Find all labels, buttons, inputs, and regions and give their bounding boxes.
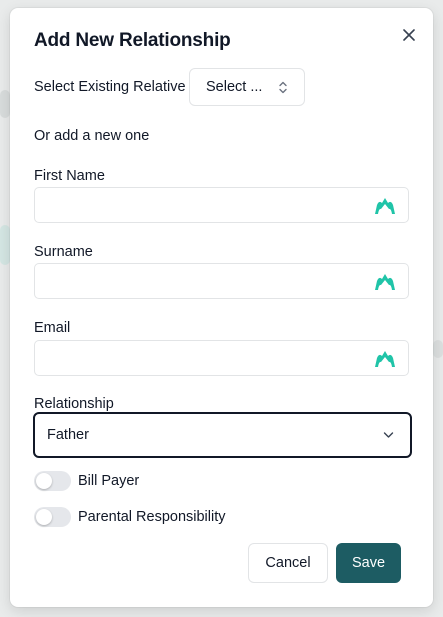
save-button[interactable]: Save: [336, 543, 401, 583]
surname-label: Surname: [34, 244, 93, 260]
teal-crown-icon: [375, 198, 395, 214]
add-relationship-dialog: Add New Relationship Select Existing Rel…: [10, 8, 433, 607]
close-icon: [403, 29, 415, 41]
toggle-knob: [36, 473, 52, 489]
email-label: Email: [34, 320, 71, 336]
bill-payer-toggle[interactable]: [34, 471, 71, 491]
parental-responsibility-toggle[interactable]: [34, 507, 71, 527]
existing-relative-select[interactable]: Select ...: [189, 68, 305, 106]
existing-relative-value: Select ...: [206, 79, 263, 95]
relationship-value: Father: [47, 427, 89, 443]
bill-payer-label: Bill Payer: [78, 473, 140, 489]
chevron-down-icon: [383, 432, 394, 438]
teal-crown-icon: [375, 274, 395, 290]
background-panel: [0, 90, 10, 118]
new-section-label: Or add a new one: [34, 128, 150, 144]
first-name-field[interactable]: [34, 187, 409, 223]
relationship-label: Relationship: [34, 396, 114, 412]
parental-responsibility-label: Parental Responsibility: [78, 509, 226, 525]
existing-relative-label: Select Existing Relative: [34, 79, 186, 95]
teal-crown-icon: [375, 351, 395, 367]
surname-field[interactable]: [34, 263, 409, 299]
chevron-up-down-icon: [279, 81, 287, 94]
dialog-title: Add New Relationship: [34, 30, 231, 51]
background-panel: [433, 340, 443, 358]
email-field[interactable]: [34, 340, 409, 376]
close-button[interactable]: [398, 24, 420, 46]
background-panel: [0, 225, 10, 265]
toggle-knob: [36, 509, 52, 525]
first-name-label: First Name: [34, 168, 105, 184]
relationship-select[interactable]: Father: [33, 412, 412, 458]
cancel-button[interactable]: Cancel: [248, 543, 328, 583]
